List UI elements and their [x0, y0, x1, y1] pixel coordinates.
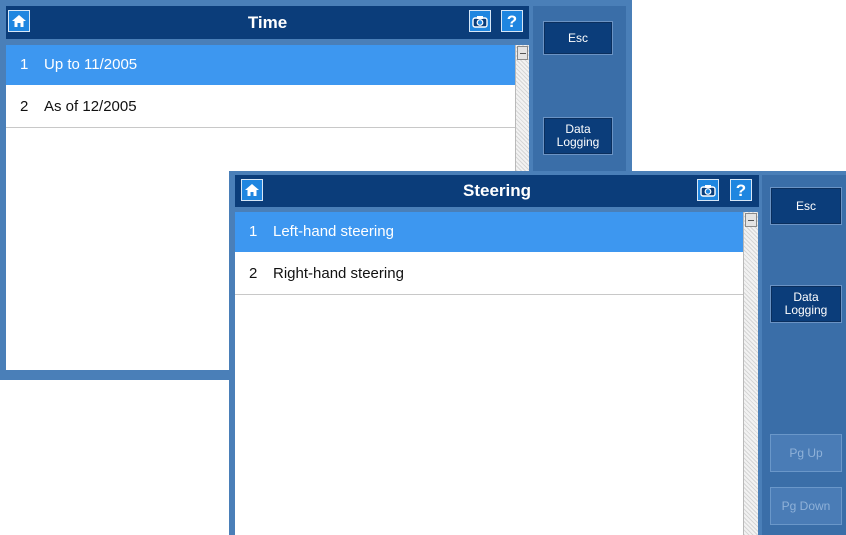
steering-scrollbar[interactable]	[743, 212, 758, 535]
steering-option-list: 1 Left-hand steering 2 Right-hand steeri…	[235, 212, 743, 535]
steering-side-panel: Esc Data Logging Pg Up Pg Down	[762, 175, 846, 535]
esc-button[interactable]: Esc	[543, 21, 613, 55]
data-logging-button[interactable]: Data Logging	[770, 285, 842, 323]
steering-titlebar: Steering ?	[235, 175, 759, 207]
camera-icon[interactable]	[469, 10, 491, 32]
item-number: 2	[249, 265, 258, 282]
list-item[interactable]: 2 Right-hand steering	[235, 253, 743, 295]
help-icon[interactable]: ?	[730, 179, 752, 201]
item-number: 1	[20, 56, 29, 73]
list-item[interactable]: 1 Left-hand steering	[235, 212, 743, 252]
data-logging-label: Data Logging	[784, 290, 828, 317]
item-label: As of 12/2005	[44, 98, 137, 115]
item-number: 2	[20, 98, 29, 115]
data-logging-label: Data Logging	[556, 122, 600, 149]
time-titlebar: Time ?	[6, 6, 529, 39]
scroll-thumb[interactable]	[745, 213, 757, 227]
time-title: Time	[247, 12, 288, 32]
scroll-thumb[interactable]	[517, 46, 528, 60]
esc-button[interactable]: Esc	[770, 187, 842, 225]
data-logging-button[interactable]: Data Logging	[543, 117, 613, 155]
list-item[interactable]: 1 Up to 11/2005	[6, 45, 515, 85]
help-icon[interactable]: ?	[501, 10, 523, 32]
item-label: Up to 11/2005	[44, 56, 138, 73]
item-label: Left-hand steering	[273, 223, 394, 240]
steering-title: Steering	[462, 181, 532, 200]
home-icon[interactable]	[241, 179, 263, 201]
item-number: 1	[249, 223, 258, 240]
list-item[interactable]: 2 As of 12/2005	[6, 86, 515, 128]
home-icon[interactable]	[8, 10, 30, 32]
page-down-button[interactable]: Pg Down	[770, 487, 842, 525]
camera-icon[interactable]	[697, 179, 719, 201]
item-label: Right-hand steering	[273, 265, 404, 282]
page-up-button[interactable]: Pg Up	[770, 434, 842, 472]
steering-window: Steering ? 1 Left-hand steering 2 Right-…	[229, 171, 846, 535]
